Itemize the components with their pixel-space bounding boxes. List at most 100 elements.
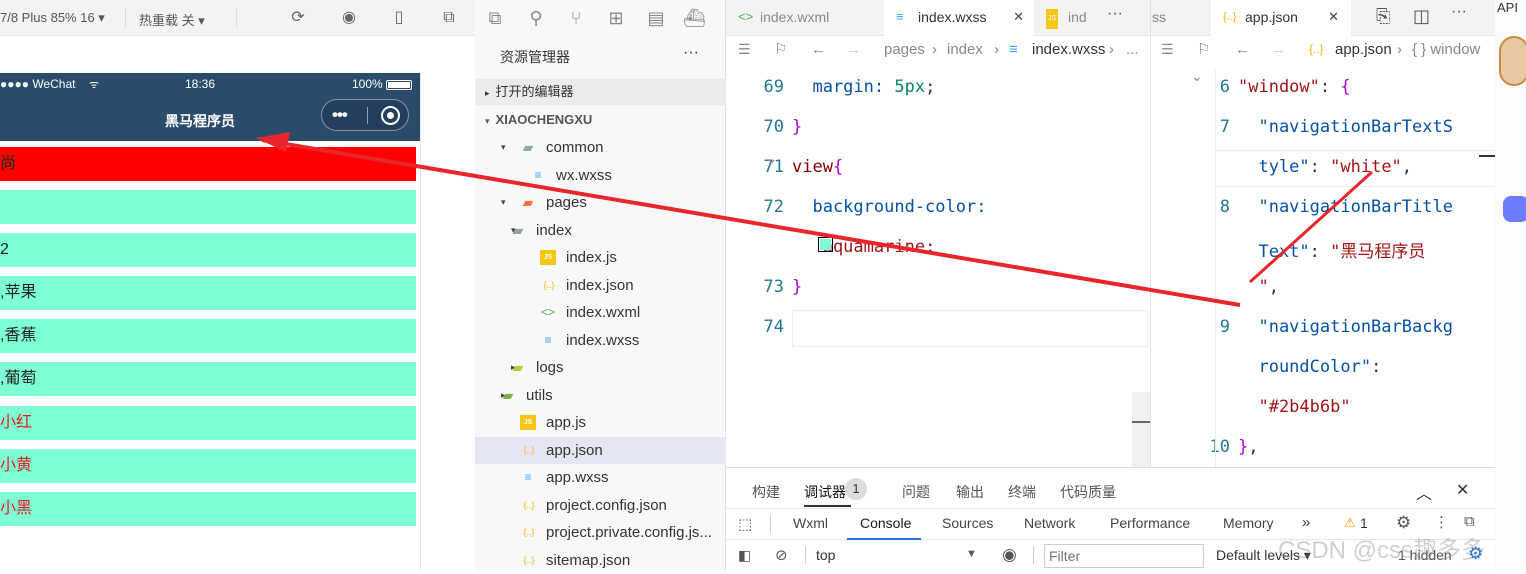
avatar[interactable]: [1499, 36, 1526, 86]
chevron-down-icon[interactable]: ▾: [501, 189, 506, 216]
css-file-icon: ≡: [544, 332, 552, 347]
forward-icon[interactable]: →: [1271, 36, 1286, 63]
tree-item-app-wxss[interactable]: ≡ app.wxss: [475, 464, 726, 491]
files-icon[interactable]: ⧉: [484, 7, 506, 29]
filter-input[interactable]: [1044, 544, 1204, 568]
tree-item-sitemap-json[interactable]: {..} sitemap.json: [475, 547, 726, 574]
breadcrumb-item[interactable]: app.json: [1335, 36, 1392, 63]
phone-icon[interactable]: ▯: [390, 9, 408, 27]
assistant-icon[interactable]: [1503, 196, 1526, 222]
breadcrumb-item[interactable]: ...: [1126, 36, 1139, 63]
list-icon[interactable]: ☰: [1161, 36, 1174, 63]
bookmark-icon[interactable]: ⚐: [774, 36, 787, 63]
more-actions-icon[interactable]: ···: [683, 44, 699, 62]
more-dots-icon[interactable]: •••: [332, 105, 348, 125]
forward-icon[interactable]: →: [846, 36, 861, 63]
chevron-up-icon[interactable]: ︿: [1416, 480, 1432, 504]
more-actions-icon[interactable]: ···: [1451, 3, 1467, 21]
search-icon[interactable]: ⚲: [525, 7, 547, 29]
tab-ind[interactable]: JS ind: [1034, 0, 1092, 36]
code-line: roundColor":: [1238, 357, 1381, 377]
panel-tab[interactable]: 终端: [1008, 482, 1036, 502]
close-miniprogram-icon[interactable]: [381, 106, 400, 125]
active-tab-indicator: [804, 505, 851, 507]
devtools-tab[interactable]: Memory: [1223, 515, 1274, 531]
tree-item-wx-wxss[interactable]: ≡ wx.wxss: [475, 162, 726, 189]
breadcrumb-item[interactable]: index.wxss: [1032, 36, 1105, 63]
tree-item-index-wxml[interactable]: <> index.wxml: [475, 299, 726, 326]
panel-tab[interactable]: 构建: [752, 482, 780, 502]
panel-tab[interactable]: 调试器: [804, 482, 846, 502]
kebab-menu-icon[interactable]: ⋮: [1434, 513, 1449, 531]
back-icon[interactable]: ←: [811, 36, 826, 63]
docker-icon[interactable]: ⛴: [683, 7, 706, 29]
tree-item-logs[interactable]: ▸ ▰ logs: [475, 354, 726, 381]
tab-index-wxss[interactable]: ≡ index.wxss ✕: [884, 0, 1034, 36]
stop-icon[interactable]: ◉: [340, 9, 358, 27]
line-number: 74: [763, 317, 784, 337]
breadcrumb-item[interactable]: { } window: [1412, 36, 1480, 63]
code-area[interactable]: 69 margin: 5px; 70} 71 view{72 background-c…: [726, 63, 1150, 467]
tree-item-common[interactable]: ▾ ▰ common: [475, 134, 726, 161]
eye-icon[interactable]: ◉: [1002, 545, 1017, 565]
window-icon[interactable]: ⧉: [440, 9, 458, 27]
current-line-highlight: [792, 310, 1148, 347]
code-token: "navigationBarBackg: [1238, 317, 1453, 337]
back-icon[interactable]: ←: [1235, 36, 1250, 63]
scrollbar[interactable]: [1132, 392, 1150, 467]
devtools-tab[interactable]: Wxml: [793, 515, 828, 531]
devtools-tab[interactable]: Performance: [1110, 515, 1190, 531]
split-editor-icon[interactable]: ◫: [1413, 6, 1430, 27]
tab-index-wxml[interactable]: <> index.wxml: [726, 0, 884, 36]
close-icon[interactable]: ✕: [1456, 480, 1469, 500]
hot-reload-toggle[interactable]: 热重载 关 ▾: [139, 10, 205, 29]
list-icon[interactable]: ☰: [738, 36, 751, 63]
undock-icon[interactable]: ⧉: [1464, 513, 1475, 530]
tree-item-index-js[interactable]: JS index.js: [475, 244, 726, 271]
code-area[interactable]: 6 "window": {7 "navigationBarTextS tyle":…: [1151, 63, 1495, 467]
tree-item-index-wxss[interactable]: ≡ index.wxss: [475, 327, 726, 354]
breadcrumb-item[interactable]: pages: [884, 36, 925, 63]
panel-tab[interactable]: 代码质量: [1060, 482, 1116, 502]
sidebar-toggle-icon[interactable]: ◧: [738, 547, 751, 564]
close-icon[interactable]: ✕: [1013, 0, 1024, 34]
tree-item-project-private-config-js-[interactable]: {..} project.private.config.js...: [475, 519, 726, 546]
tree-item-index[interactable]: ▾ ▰ index: [475, 217, 726, 244]
project-section[interactable]: ▾ XIAOCHENGXU: [475, 107, 726, 133]
more-tabs-icon[interactable]: ···: [1107, 5, 1123, 23]
panel-tab[interactable]: 问题: [902, 482, 930, 502]
devtools-tab[interactable]: Network: [1024, 515, 1075, 531]
clear-console-icon[interactable]: ⊘: [775, 546, 788, 564]
tab-overflow[interactable]: ss: [1131, 0, 1191, 36]
warning-count[interactable]: 1: [1360, 515, 1368, 531]
tree-item-utils[interactable]: ▸ ▰ utils: [475, 382, 726, 409]
open-editors-label: 打开的编辑器: [495, 84, 574, 99]
tree-item-project-config-json[interactable]: {..} project.config.json: [475, 492, 726, 519]
open-editors-section[interactable]: ▸ 打开的编辑器: [475, 79, 726, 105]
breadcrumb-item[interactable]: index: [947, 36, 983, 63]
tree-item-pages[interactable]: ▾ ▰ pages: [475, 189, 726, 216]
more-tabs-icon[interactable]: »: [1302, 514, 1310, 531]
bookmark-icon[interactable]: ⚐: [1197, 36, 1210, 63]
save-icon[interactable]: ▤: [645, 7, 667, 29]
caret-down-icon[interactable]: ▼: [966, 548, 977, 560]
tree-item-app-json[interactable]: {..} app.json: [475, 436, 726, 464]
color-swatch[interactable]: [818, 237, 833, 252]
chevron-down-icon[interactable]: ▾: [501, 134, 506, 161]
devtools-tab[interactable]: Console: [860, 515, 911, 531]
tab-app-json[interactable]: {..} app.json ✕: [1211, 0, 1351, 36]
refresh-icon[interactable]: ⟳: [289, 9, 307, 27]
fold-icon[interactable]: ⌄: [766, 150, 778, 167]
split-file-icon[interactable]: ⎘: [1376, 6, 1390, 27]
devtools-tab[interactable]: Sources: [942, 515, 993, 531]
inspect-icon[interactable]: ⬚: [738, 515, 752, 533]
device-select[interactable]: 7/8 Plus 85% 16 ▾: [0, 10, 105, 26]
tree-item-app-js[interactable]: JS app.js: [475, 409, 726, 436]
extensions-icon[interactable]: ⊞: [605, 7, 627, 29]
panel-tab[interactable]: 输出: [956, 482, 984, 502]
close-icon[interactable]: ✕: [1328, 0, 1339, 34]
tree-item-index-json[interactable]: {..} index.json: [475, 272, 726, 299]
fold-icon[interactable]: ⌄: [1191, 68, 1203, 85]
context-select[interactable]: top: [816, 547, 835, 563]
source-control-icon[interactable]: ⑂: [565, 7, 587, 29]
